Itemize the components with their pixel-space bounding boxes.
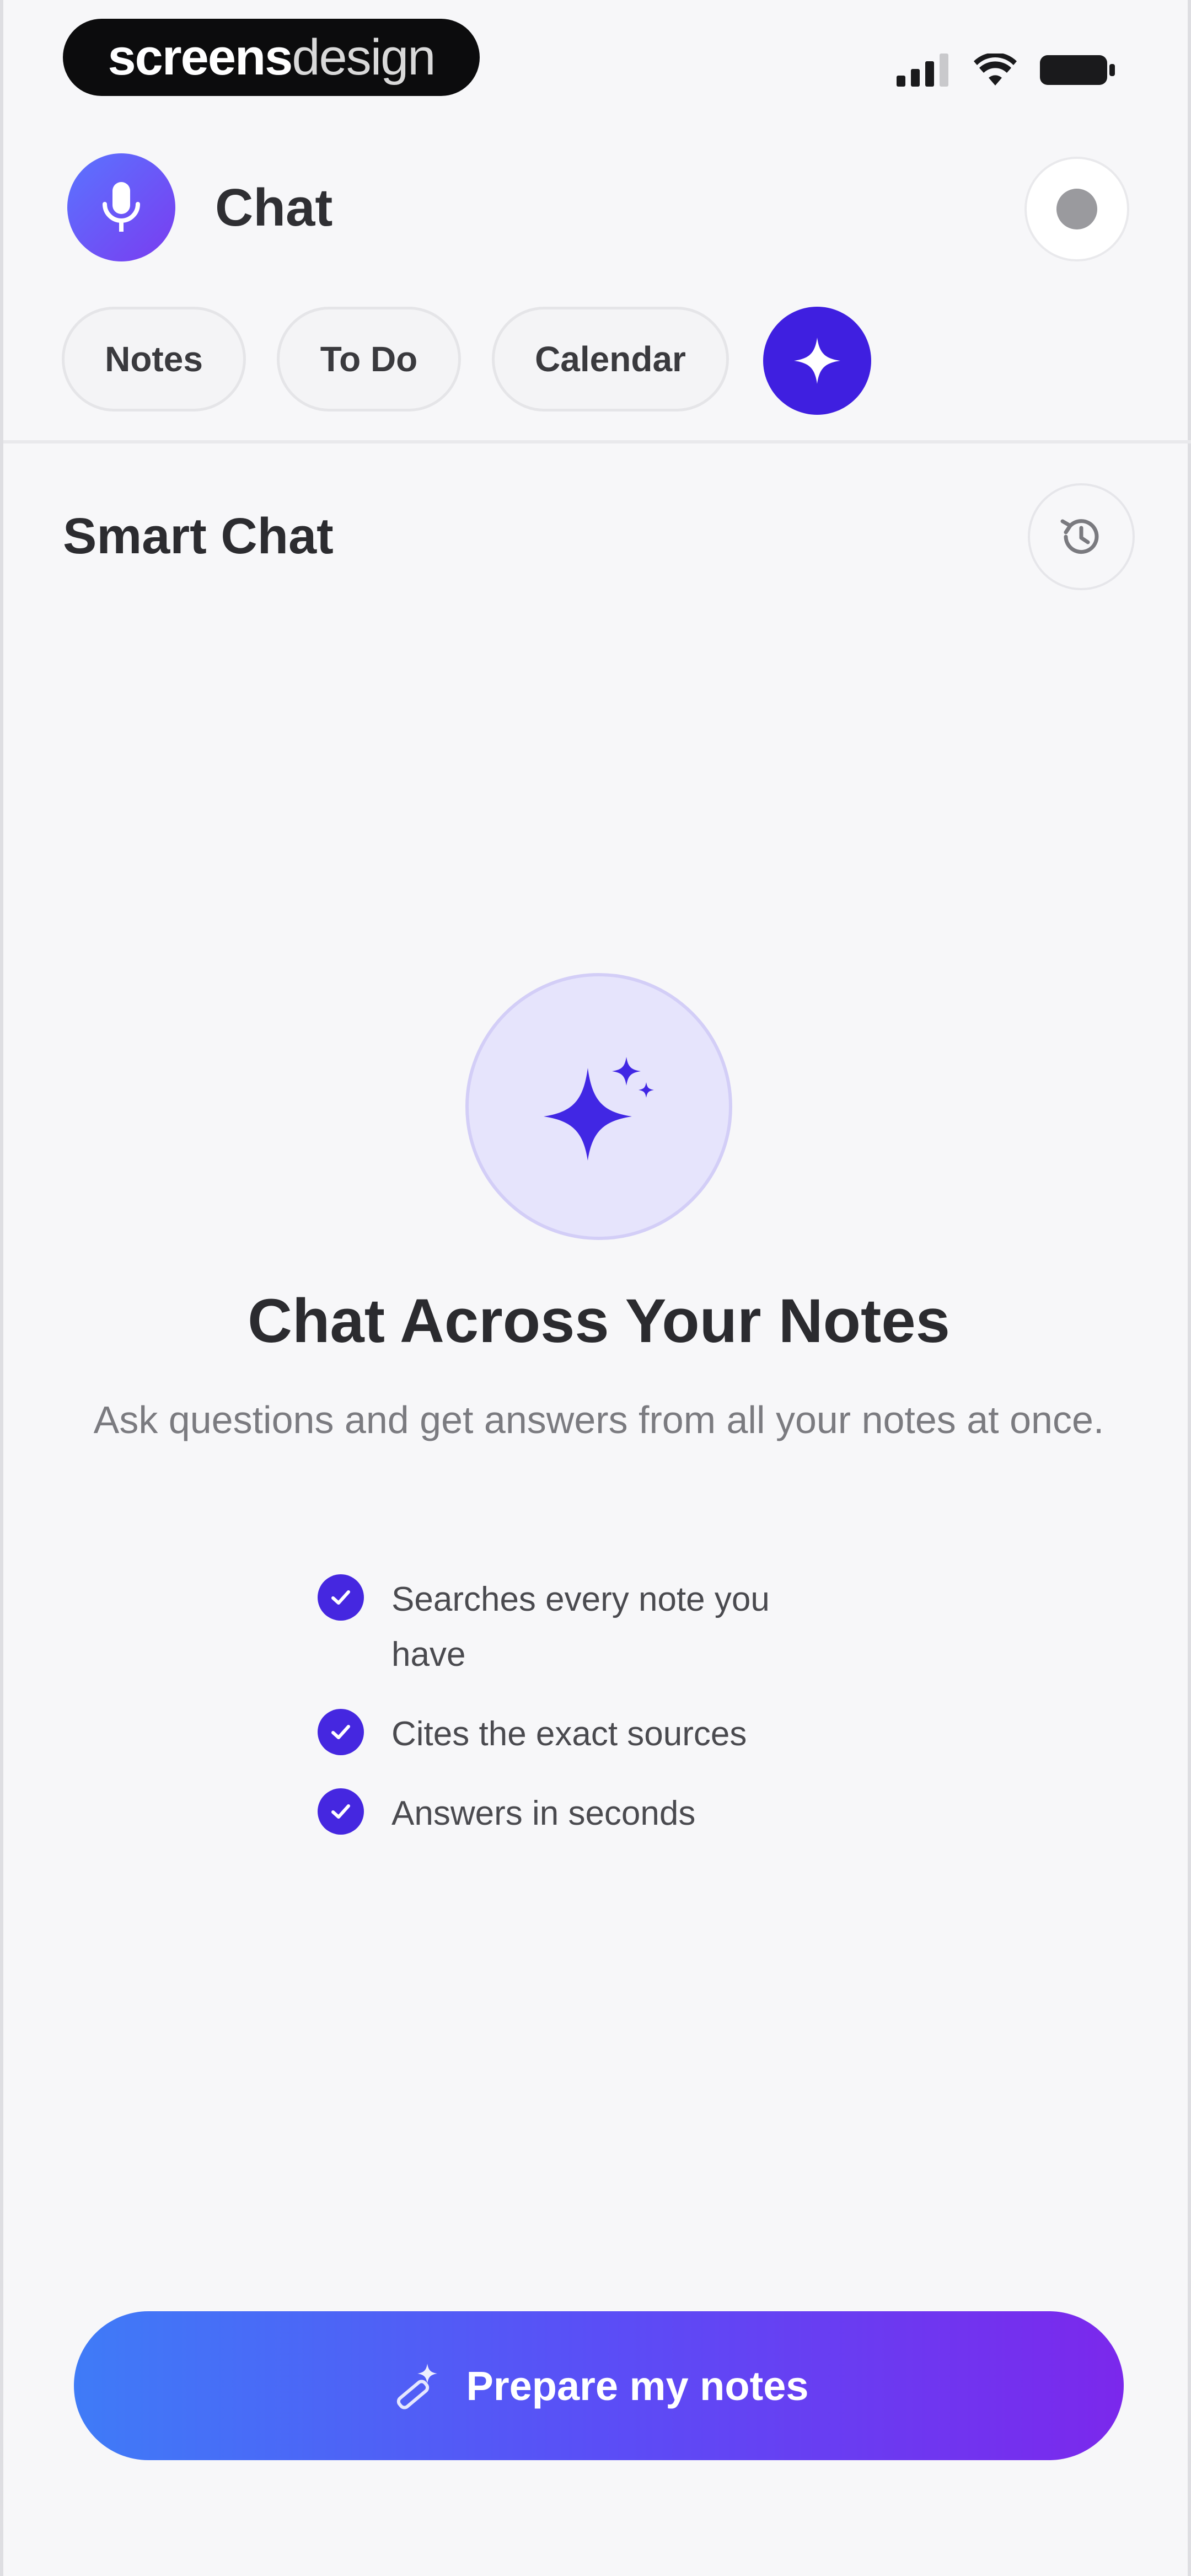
tab-notes[interactable]: Notes <box>62 307 246 411</box>
check-circle-icon <box>318 1574 364 1621</box>
sparkle-icon <box>794 338 840 384</box>
settings-dot-icon <box>1056 189 1097 229</box>
section-title: Smart Chat <box>63 508 334 564</box>
cta-label: Prepare my notes <box>466 2363 809 2409</box>
feature-item: Cites the exact sources <box>318 1707 869 1762</box>
history-button[interactable] <box>1028 483 1135 590</box>
prepare-notes-button[interactable]: Prepare my notes <box>74 2311 1124 2460</box>
voice-avatar-button[interactable] <box>67 153 175 261</box>
hero-title: Chat Across Your Notes <box>248 1286 950 1355</box>
sparkle-icon <box>544 1057 654 1161</box>
brand-bold-text: screens <box>108 29 293 85</box>
feature-list: Searches every note you have Cites the e… <box>318 1572 869 1866</box>
brand-badge: screens design <box>63 19 480 96</box>
status-icons <box>897 53 1116 87</box>
battery-icon <box>1040 55 1115 85</box>
check-circle-icon <box>318 1788 364 1835</box>
history-icon <box>1060 519 1099 554</box>
hero-subtitle: Ask questions and get answers from all y… <box>93 1398 1104 1441</box>
hero-icon-circle <box>465 973 732 1240</box>
signal-icon <box>897 54 948 87</box>
tab-to-do[interactable]: To Do <box>277 307 461 411</box>
magic-wand-icon <box>389 2358 444 2413</box>
header-divider <box>3 440 1191 443</box>
feature-text: Answers in seconds <box>391 1794 696 1832</box>
feature-item: Searches every note you have <box>318 1572 869 1682</box>
check-circle-icon <box>318 1709 364 1755</box>
tab-smart-chat[interactable] <box>763 307 871 415</box>
feature-text: Searches every note you have <box>391 1580 770 1674</box>
brand-light-text: design <box>292 29 436 85</box>
wifi-icon <box>974 54 1017 85</box>
page-title: Chat <box>215 178 333 237</box>
microphone-icon <box>103 182 140 232</box>
tab-calendar[interactable]: Calendar <box>492 307 729 411</box>
feature-text: Cites the exact sources <box>391 1715 747 1753</box>
settings-button[interactable] <box>1024 157 1129 261</box>
feature-item: Answers in seconds <box>318 1786 869 1841</box>
app-screen: screens design Chat Notes To Do Calendar… <box>0 0 1191 2576</box>
